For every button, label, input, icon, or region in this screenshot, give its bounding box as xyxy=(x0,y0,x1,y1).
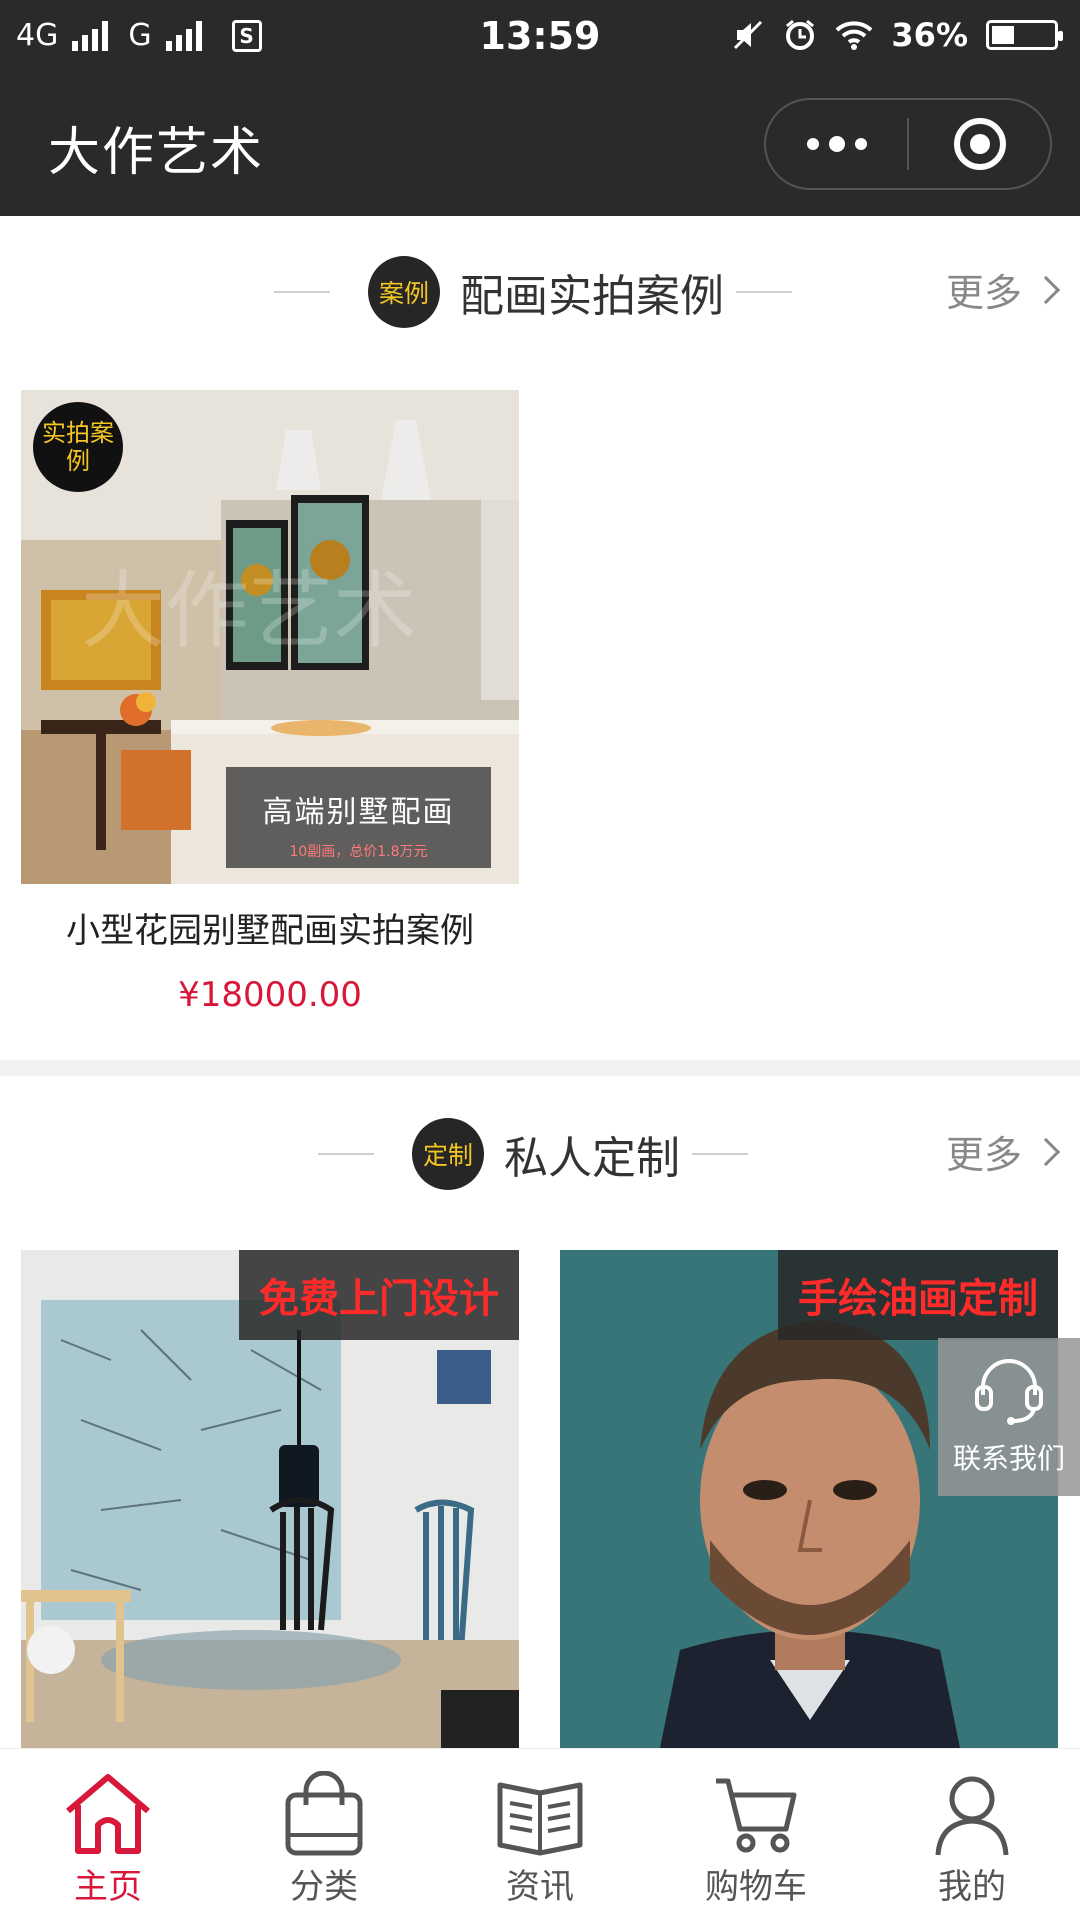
section-custom-header: 定制 私人定制 更多 xyxy=(0,1098,1080,1208)
user-icon xyxy=(935,1776,1009,1856)
overlay-subtitle: 10副画，总价1.8万元 xyxy=(289,844,428,860)
more-link[interactable]: 更多 xyxy=(945,262,1061,317)
battery-percent: 36% xyxy=(891,16,968,54)
case-card-title[interactable]: 小型花园别墅配画实拍案例 xyxy=(21,903,519,952)
case-card-price: ¥18000.00 xyxy=(178,975,362,1015)
page-title: 大作艺术 xyxy=(48,123,265,183)
more-link[interactable]: 更多 xyxy=(945,1124,1061,1179)
case-overlay: 高端别墅配画 10副画，总价1.8万元 xyxy=(226,767,491,868)
tab-label: 分类 xyxy=(290,1867,358,1907)
section-title: 配画实拍案例 xyxy=(460,271,724,322)
section-badge: 定制 xyxy=(412,1118,484,1190)
case-tag-badge: 实拍案例 xyxy=(33,402,123,492)
bottom-tab-bar: 主页 分类 资讯 购物车 我的 xyxy=(0,1748,1080,1920)
contact-us-button[interactable]: 联系我们 xyxy=(938,1338,1080,1496)
contact-label: 联系我们 xyxy=(952,1442,1065,1475)
status-bar: 4G G S 13:59 36% xyxy=(0,0,1080,80)
top-bar: 4G G S 13:59 36% 大作艺术 xyxy=(0,0,1080,216)
divider-line xyxy=(318,1153,374,1155)
wifi-icon xyxy=(836,21,873,50)
tab-label: 主页 xyxy=(74,1867,142,1907)
tab-category[interactable]: 分类 xyxy=(216,1749,432,1920)
tab-news[interactable]: 资讯 xyxy=(432,1749,648,1920)
tab-label: 购物车 xyxy=(705,1867,807,1907)
mute-icon xyxy=(734,20,763,50)
status-right: 36% xyxy=(731,16,1063,54)
tab-home[interactable]: 主页 xyxy=(0,1749,216,1920)
divider-line xyxy=(274,291,330,293)
section-badge: 案例 xyxy=(368,256,440,328)
watermark: 大作艺术 xyxy=(81,562,417,660)
target-icon xyxy=(953,118,1006,170)
tab-label: 资讯 xyxy=(506,1867,574,1907)
chevron-right-icon xyxy=(1031,1137,1061,1166)
section-separator xyxy=(0,1060,1080,1076)
custom-banner: 免费上门设计 xyxy=(239,1250,519,1340)
battery-icon xyxy=(986,20,1063,50)
overlay-title: 高端别墅配画 xyxy=(262,795,455,830)
home-icon xyxy=(66,1774,150,1854)
case-card-image[interactable]: 大作艺术 实拍案例 高端别墅配画 10副画，总价1.8万元 xyxy=(21,390,519,884)
custom-card-design[interactable]: 免费上门设计 xyxy=(21,1250,519,1748)
tab-label: 我的 xyxy=(938,1867,1006,1907)
nav-bar: 大作艺术 xyxy=(0,80,1080,216)
bag-icon xyxy=(285,1771,363,1856)
headset-icon xyxy=(975,1359,1043,1425)
divider-line xyxy=(736,291,792,293)
more-options-button[interactable] xyxy=(766,100,907,188)
divider-line xyxy=(692,1153,748,1155)
tab-profile[interactable]: 我的 xyxy=(864,1749,1080,1920)
chevron-right-icon xyxy=(1031,275,1061,304)
custom-banner: 手绘油画定制 xyxy=(778,1250,1058,1340)
close-button[interactable] xyxy=(909,100,1050,188)
more-label: 更多 xyxy=(945,1133,1022,1177)
more-label: 更多 xyxy=(945,271,1022,315)
section-cases-header: 案例 配画实拍案例 更多 xyxy=(0,236,1080,346)
book-icon xyxy=(497,1782,583,1856)
custom-card-portrait[interactable]: 手绘油画定制 xyxy=(560,1250,1058,1748)
alarm-icon xyxy=(786,19,815,50)
mini-program-capsule xyxy=(764,98,1052,190)
cart-icon xyxy=(716,1778,797,1853)
tab-cart[interactable]: 购物车 xyxy=(648,1749,864,1920)
section-title: 私人定制 xyxy=(504,1133,680,1184)
